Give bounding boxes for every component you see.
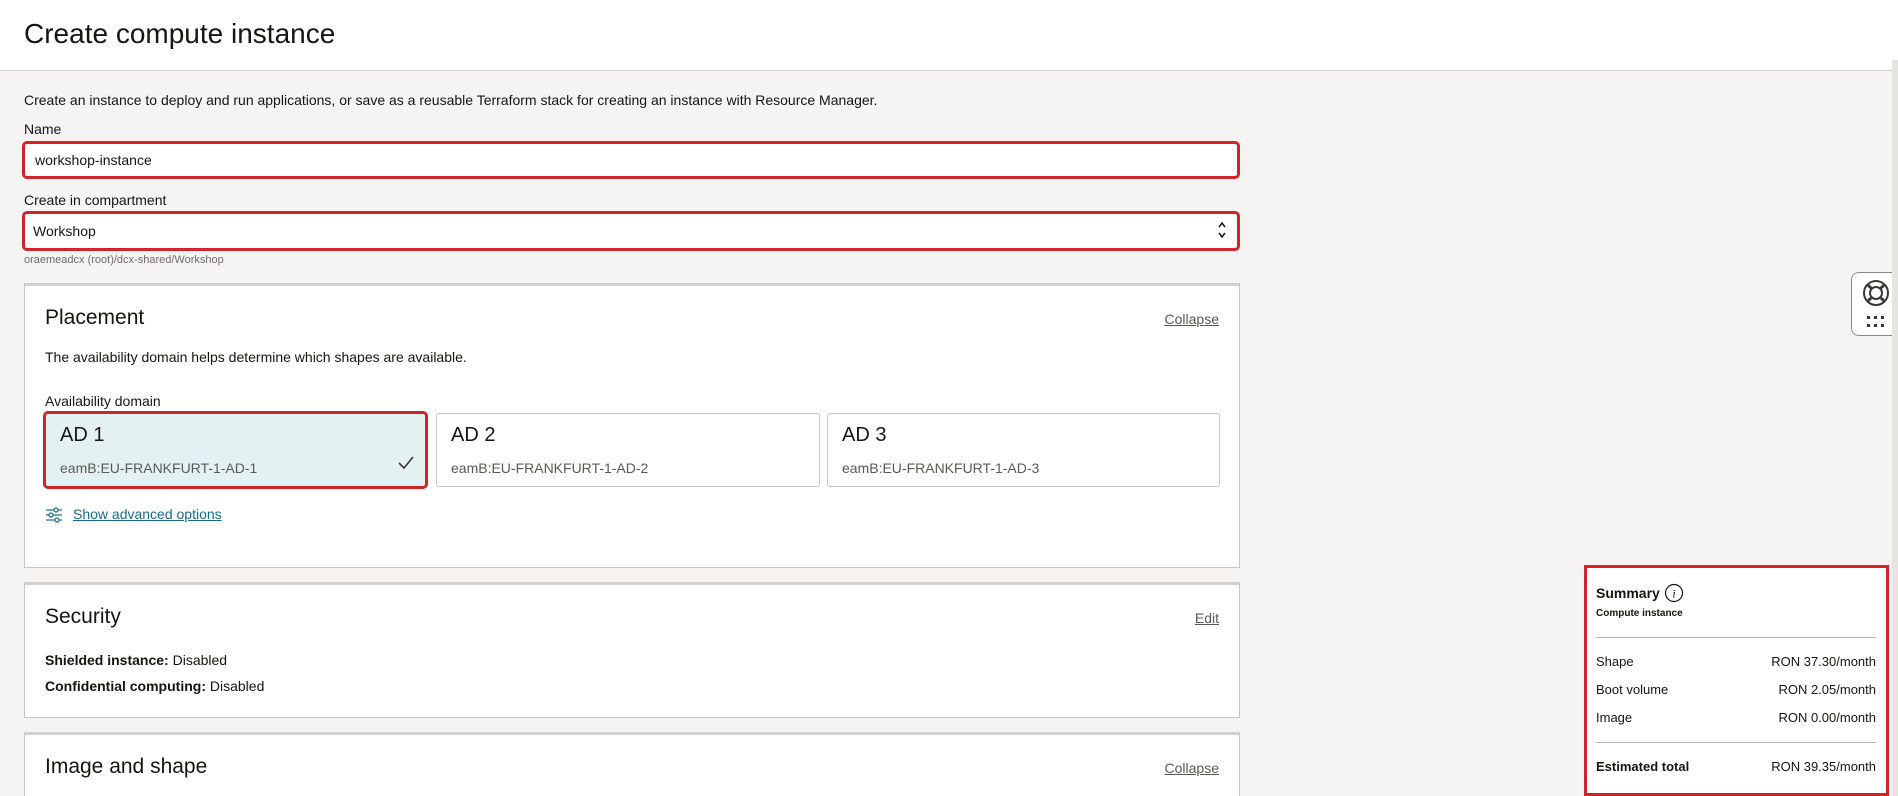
placement-description: The availability domain helps determine …: [45, 349, 467, 365]
summary-row-label: Image: [1596, 710, 1633, 725]
compartment-value: Workshop: [33, 223, 96, 239]
summary-card: Summary i Compute instance Shape RON 37.…: [1584, 565, 1889, 796]
summary-total-value: RON 39.35/month: [1771, 759, 1876, 774]
summary-row-label: Shape: [1596, 654, 1634, 669]
summary-title: Summary: [1596, 585, 1660, 601]
intro-text: Create an instance to deploy and run app…: [24, 92, 878, 108]
ad-id: eamB:EU-FRANKFURT-1-AD-3: [842, 460, 1040, 476]
shielded-instance-label: Shielded instance:: [45, 652, 169, 668]
ad-card-2[interactable]: AD 2 eamB:EU-FRANKFURT-1-AD-2: [436, 413, 820, 487]
summary-row-shape: Shape RON 37.30/month: [1596, 654, 1876, 669]
summary-total-label: Estimated total: [1596, 759, 1690, 774]
ad-name: AD 2: [451, 424, 496, 446]
summary-row-value: RON 0.00/month: [1778, 710, 1876, 725]
ad-label: Availability domain: [45, 393, 161, 409]
summary-divider: [1596, 742, 1876, 743]
lifebuoy-icon: [1863, 280, 1889, 306]
image-shape-panel: Image and shape Collapse: [24, 732, 1240, 796]
help-widget[interactable]: [1851, 272, 1898, 336]
ad-card-3[interactable]: AD 3 eamB:EU-FRANKFURT-1-AD-3: [827, 413, 1220, 487]
confidential-computing-row: Confidential computing: Disabled: [45, 678, 264, 694]
placement-panel: Placement Collapse The availability doma…: [24, 283, 1240, 568]
info-icon[interactable]: i: [1664, 583, 1684, 603]
summary-row-value: RON 37.30/month: [1771, 654, 1876, 669]
page-scrollbar[interactable]: [1892, 60, 1898, 796]
shielded-instance-value: Disabled: [172, 652, 228, 668]
shielded-instance-row: Shielded instance: Disabled: [45, 652, 227, 668]
name-input[interactable]: [22, 141, 1240, 179]
compartment-path: oraemeadcx (root)/dcx-shared/Workshop: [24, 254, 224, 266]
grid-dots-icon: [1867, 316, 1884, 327]
ad-id: eamB:EU-FRANKFURT-1-AD-1: [60, 460, 258, 476]
confidential-computing-value: Disabled: [209, 678, 265, 694]
image-shape-title: Image and shape: [45, 755, 208, 778]
summary-divider: [1596, 637, 1876, 638]
ad-name: AD 1: [60, 424, 105, 446]
placement-collapse-link[interactable]: Collapse: [1165, 311, 1219, 327]
name-label: Name: [24, 121, 62, 137]
page-title: Create compute instance: [24, 18, 336, 49]
show-advanced-options-link[interactable]: Show advanced options: [45, 506, 222, 524]
placement-title: Placement: [45, 306, 145, 329]
page-header: Create compute instance: [0, 0, 1898, 71]
security-title: Security: [45, 605, 121, 628]
image-shape-collapse-link[interactable]: Collapse: [1165, 760, 1219, 776]
security-edit-link[interactable]: Edit: [1195, 610, 1219, 626]
compartment-label: Create in compartment: [24, 192, 167, 208]
summary-subtitle: Compute instance: [1596, 608, 1683, 619]
summary-row-label: Boot volume: [1596, 682, 1669, 697]
ad-name: AD 3: [842, 424, 887, 446]
sliders-icon: [46, 507, 62, 523]
summary-row-image: Image RON 0.00/month: [1596, 710, 1876, 725]
summary-row-value: RON 2.05/month: [1778, 682, 1876, 697]
show-advanced-options-label: Show advanced options: [73, 506, 222, 522]
compartment-select[interactable]: Workshop: [22, 211, 1240, 251]
check-icon: [398, 456, 414, 470]
summary-total-row: Estimated total RON 39.35/month: [1596, 759, 1876, 774]
security-panel: Security Edit Shielded instance: Disable…: [24, 582, 1240, 718]
svg-text:i: i: [1672, 587, 1675, 601]
chevron-updown-icon: [1217, 219, 1227, 243]
ad-id: eamB:EU-FRANKFURT-1-AD-2: [451, 460, 649, 476]
ad-card-1[interactable]: AD 1 eamB:EU-FRANKFURT-1-AD-1: [43, 411, 428, 489]
confidential-computing-label: Confidential computing:: [45, 678, 206, 694]
summary-row-boot-volume: Boot volume RON 2.05/month: [1596, 682, 1876, 697]
